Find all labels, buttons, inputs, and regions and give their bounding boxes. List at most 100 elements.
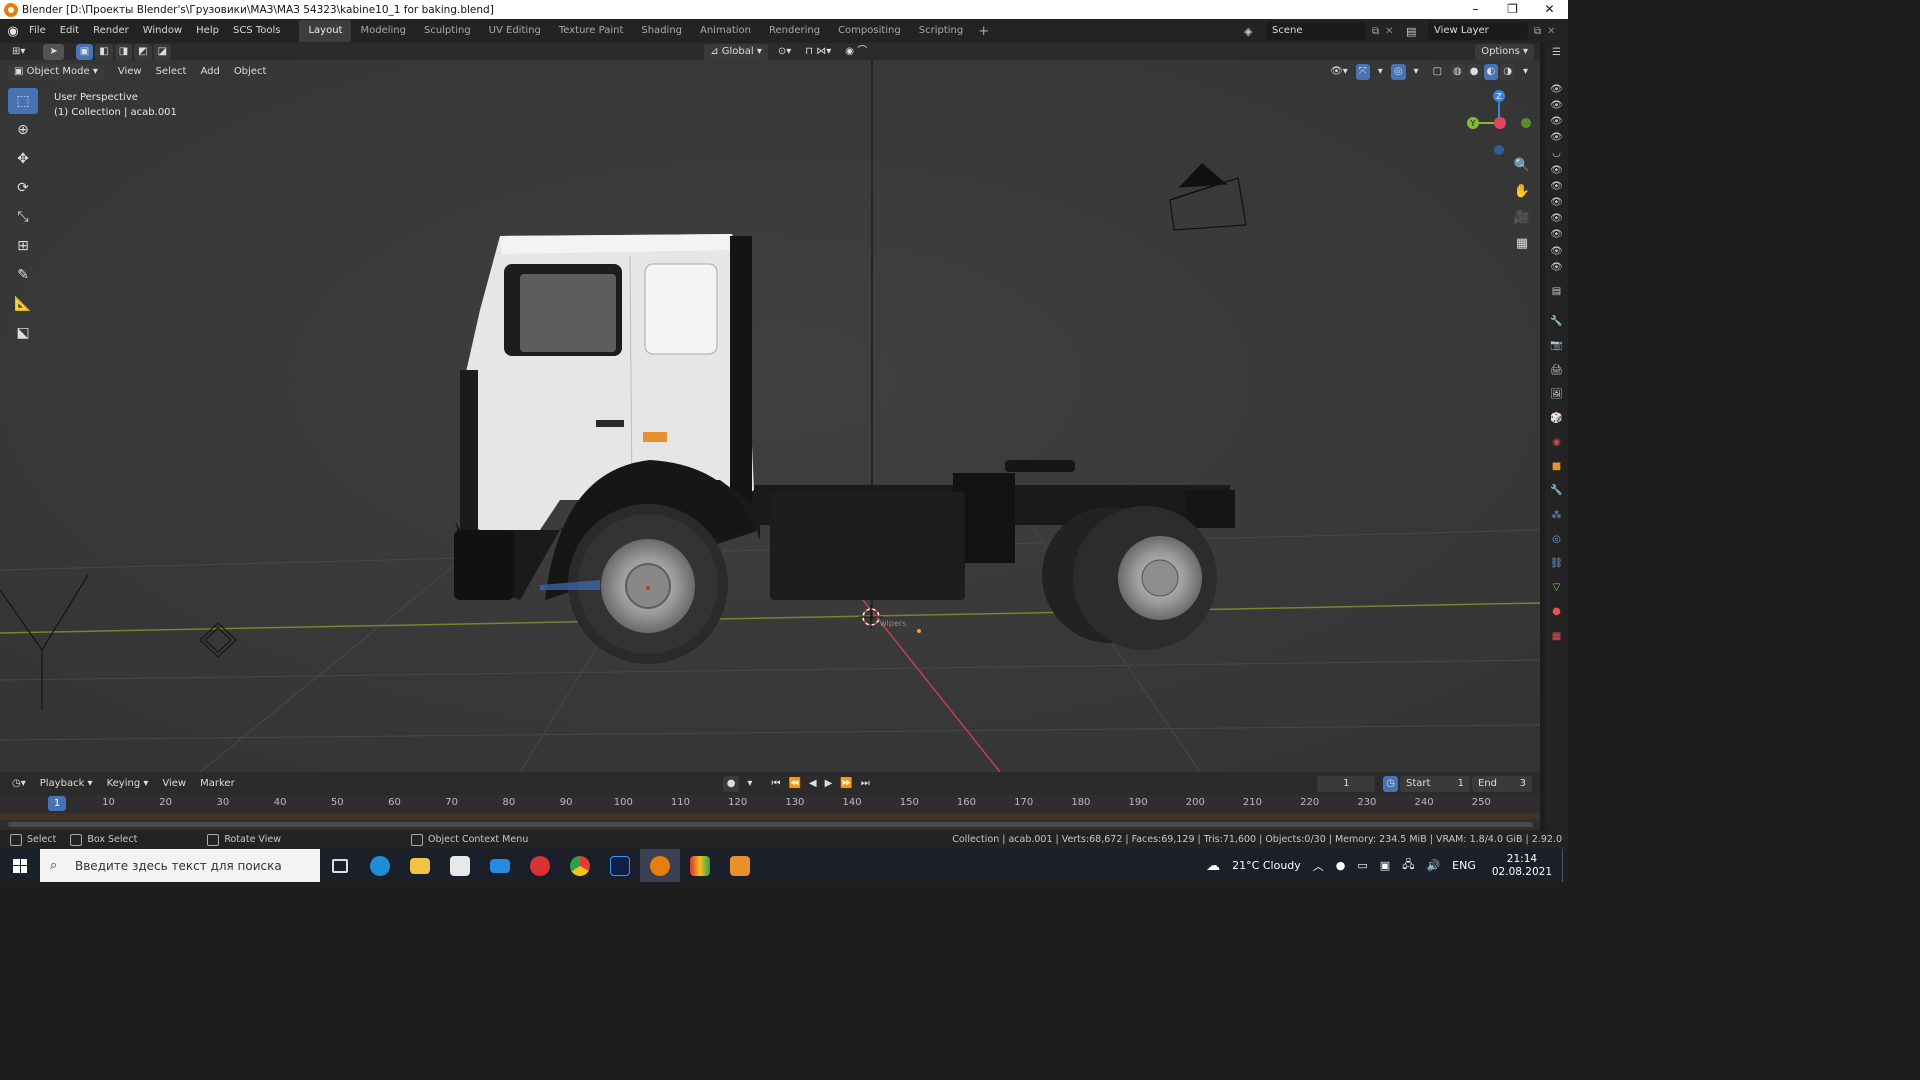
- scene-name-field[interactable]: Scene: [1266, 22, 1366, 40]
- visibility-eye-closed-icon[interactable]: ◡: [1545, 146, 1568, 162]
- photoshop-icon[interactable]: [600, 849, 640, 882]
- select-subtract-icon[interactable]: ◨: [114, 43, 133, 60]
- start-frame-field[interactable]: Start 1: [1400, 775, 1470, 792]
- move-tool-icon[interactable]: ✥: [8, 146, 38, 172]
- xray-icon[interactable]: ▢: [1427, 64, 1448, 80]
- material-properties-icon[interactable]: ●: [1545, 600, 1568, 624]
- play-icon[interactable]: ▶: [822, 776, 836, 792]
- modifier-properties-icon[interactable]: 🔧: [1545, 479, 1568, 503]
- taskbar-search[interactable]: ⌕ Введите здесь текст для поиска: [40, 849, 320, 882]
- tray-app-icon[interactable]: ●: [1336, 859, 1346, 872]
- menu-window[interactable]: Window: [136, 19, 189, 43]
- timeline-editor-type-icon[interactable]: ◷▾: [6, 776, 32, 792]
- tab-scripting[interactable]: Scripting: [910, 20, 972, 42]
- file-explorer-icon[interactable]: [400, 849, 440, 882]
- scene-properties-icon[interactable]: 🎲: [1545, 406, 1568, 430]
- select-intersect-icon[interactable]: ◪: [153, 43, 172, 60]
- rendered-shading-icon[interactable]: ◑: [1500, 64, 1515, 80]
- visibility-eye-icon-7[interactable]: 👁: [1545, 195, 1568, 211]
- cursor-tool-icon[interactable]: ⊕: [8, 117, 38, 143]
- overlay-dropdown-icon[interactable]: ▾: [1408, 64, 1425, 80]
- app-z-icon[interactable]: [720, 849, 760, 882]
- delete-view-layer-icon[interactable]: ✕: [1547, 26, 1555, 37]
- visibility-eye-icon-3[interactable]: 👁: [1545, 114, 1568, 130]
- wireframe-shading-icon[interactable]: ◍: [1450, 64, 1465, 80]
- view-layer-properties-icon[interactable]: 🖼: [1545, 382, 1568, 406]
- menu-view[interactable]: View: [112, 64, 148, 80]
- prev-keyframe-icon[interactable]: ⏪: [785, 776, 803, 792]
- view-layer-icon[interactable]: ▤: [1406, 25, 1428, 38]
- preview-range-icon[interactable]: ◷: [1383, 775, 1398, 792]
- scale-tool-icon[interactable]: ⤡: [8, 204, 38, 230]
- mode-dropdown[interactable]: ▣ Object Mode ▾: [8, 64, 104, 80]
- physics-properties-icon[interactable]: ◎: [1545, 527, 1568, 551]
- data-properties-icon[interactable]: ▽: [1545, 576, 1568, 600]
- material-shading-icon[interactable]: ◐: [1483, 64, 1499, 80]
- solid-shading-icon[interactable]: ●: [1466, 64, 1482, 80]
- rotate-tool-icon[interactable]: ⟳: [8, 175, 38, 201]
- transform-tool-icon[interactable]: ⊞: [8, 233, 38, 259]
- timeline-scrollbar[interactable]: [8, 822, 1533, 827]
- visibility-eye-icon-10[interactable]: 👁: [1545, 243, 1568, 259]
- tray-chevron-icon[interactable]: ︿: [1313, 858, 1324, 874]
- current-frame-field[interactable]: 1: [1317, 775, 1376, 792]
- scene-icon[interactable]: ◈: [1244, 25, 1266, 38]
- keyframe-dropdown-icon[interactable]: ▾: [741, 776, 758, 792]
- select-tool-icon[interactable]: ➤: [43, 43, 64, 60]
- new-view-layer-icon[interactable]: ⧉: [1534, 26, 1541, 37]
- menu-object[interactable]: Object: [228, 64, 273, 80]
- new-scene-icon[interactable]: ⧉: [1372, 26, 1379, 37]
- transform-orientation-dropdown[interactable]: ⊿ Global ▾: [704, 43, 768, 60]
- particles-properties-icon[interactable]: ⁂: [1545, 503, 1568, 527]
- end-frame-field[interactable]: End 3: [1472, 775, 1532, 792]
- task-view-icon[interactable]: [320, 849, 360, 882]
- pan-hand-icon[interactable]: ✋: [1512, 184, 1532, 206]
- timeline-view-menu[interactable]: View: [156, 776, 192, 792]
- proportional-edit-icon[interactable]: ◉ ⌒: [839, 44, 873, 60]
- visibility-eye-icon-11[interactable]: 👁: [1545, 259, 1568, 275]
- options-dropdown[interactable]: Options ▾: [1475, 43, 1534, 60]
- visibility-eye-icon-2[interactable]: 👁: [1545, 97, 1568, 113]
- texture-properties-icon[interactable]: ▦: [1545, 624, 1568, 648]
- marker-menu[interactable]: Marker: [194, 776, 241, 792]
- play-reverse-icon[interactable]: ◀: [806, 776, 820, 792]
- menu-file[interactable]: File: [22, 19, 53, 43]
- tab-sculpting[interactable]: Sculpting: [415, 20, 480, 42]
- gizmo-toggle-icon[interactable]: ⤧: [1355, 64, 1370, 80]
- camera-view-icon[interactable]: 🎥: [1512, 210, 1532, 232]
- minimize-button[interactable]: –: [1457, 0, 1494, 19]
- blender-menu-icon[interactable]: ◉: [4, 19, 22, 43]
- editor-type-icon[interactable]: ⊞▾: [6, 44, 31, 60]
- close-button[interactable]: ✕: [1531, 0, 1568, 19]
- select-box-tool-icon[interactable]: ⬚: [8, 88, 38, 114]
- visibility-eye-icon-4[interactable]: 👁: [1545, 130, 1568, 146]
- tab-shading[interactable]: Shading: [632, 20, 691, 42]
- tool-properties-icon[interactable]: 🔧: [1545, 310, 1568, 334]
- tab-rendering[interactable]: Rendering: [760, 20, 829, 42]
- visibility-eye-icon-9[interactable]: 👁: [1545, 227, 1568, 243]
- show-desktop-button[interactable]: [1562, 849, 1568, 882]
- measure-tool-icon[interactable]: 📐: [8, 291, 38, 317]
- add-cube-tool-icon[interactable]: ⬕: [8, 320, 38, 346]
- render-properties-icon[interactable]: 📷: [1545, 334, 1568, 358]
- app-multicolor-icon[interactable]: [680, 849, 720, 882]
- tab-texture-paint[interactable]: Texture Paint: [550, 20, 633, 42]
- 3d-viewport[interactable]: wipers User Perspective (1) Collection |…: [0, 60, 1540, 772]
- edge-icon[interactable]: [360, 849, 400, 882]
- timeline[interactable]: 1 10 20 30 40 50 60 70 80 90 100 110 120 130 140 150 16…: [0, 795, 1540, 830]
- next-keyframe-icon[interactable]: ⏩: [837, 776, 855, 792]
- tray-device-icon[interactable]: ▭: [1357, 859, 1367, 872]
- frame-ruler[interactable]: 1 10 20 30 40 50 60 70 80 90 100 110 120 130 140 150 16…: [0, 795, 1540, 812]
- jump-start-icon[interactable]: ⏮: [768, 776, 783, 792]
- network-icon[interactable]: 🖧: [1402, 856, 1414, 875]
- menu-scs-tools[interactable]: SCS Tools: [226, 19, 288, 43]
- annotate-tool-icon[interactable]: ✎: [8, 262, 38, 288]
- tab-modeling[interactable]: Modeling: [351, 20, 415, 42]
- navigation-gizmo[interactable]: Z Y: [1464, 88, 1534, 158]
- output-properties-icon[interactable]: 🖨: [1545, 358, 1568, 382]
- jump-end-icon[interactable]: ⏭: [858, 776, 873, 792]
- select-new-icon[interactable]: ▣: [75, 43, 94, 60]
- menu-add[interactable]: Add: [194, 64, 225, 80]
- visibility-eye-icon-5[interactable]: 👁: [1545, 162, 1568, 178]
- record-keyframe-icon[interactable]: ●: [722, 775, 740, 792]
